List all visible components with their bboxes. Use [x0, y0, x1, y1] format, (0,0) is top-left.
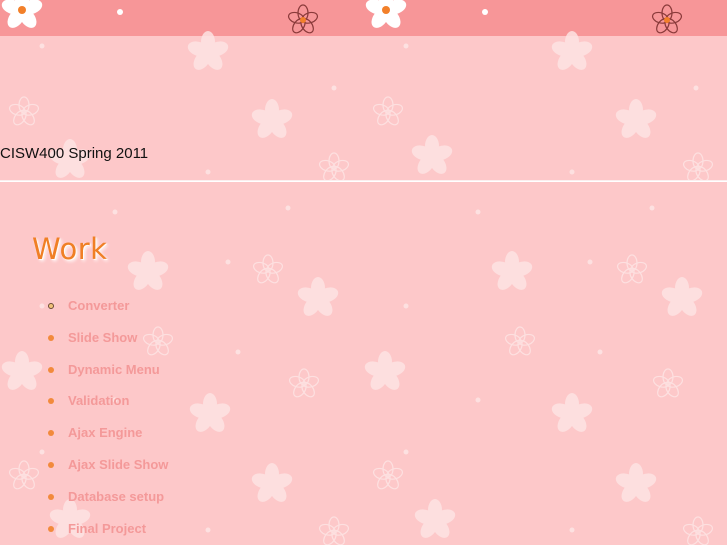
header-divider: [0, 180, 727, 182]
work-list-item: Final Project: [46, 520, 168, 545]
section-heading-work: Work: [32, 232, 108, 266]
work-link-database-setup[interactable]: Database setup: [68, 489, 164, 504]
site-header: CISW400 Spring 2011: [0, 144, 727, 164]
work-link-final-project[interactable]: Final Project: [68, 521, 146, 536]
bullet-icon: [48, 303, 54, 309]
site-title: CISW400 Spring 2011: [0, 145, 149, 162]
bullet-icon: [48, 366, 54, 373]
work-list-item: Database setup: [46, 488, 168, 520]
bullet-icon: [48, 461, 54, 468]
work-list-item: Converter: [46, 297, 168, 329]
bullet-icon: [48, 334, 54, 341]
top-band: [0, 0, 727, 36]
bullet-icon: [48, 398, 54, 405]
bullet-icon: [48, 430, 54, 437]
work-list-item: Dynamic Menu: [46, 361, 168, 393]
work-list: Converter Slide Show Dynamic Menu Valida…: [46, 297, 168, 545]
work-link-dynamic-menu[interactable]: Dynamic Menu: [68, 362, 160, 377]
work-list-item: Ajax Slide Show: [46, 456, 168, 488]
bullet-icon: [48, 493, 54, 500]
work-link-slide-show[interactable]: Slide Show: [68, 330, 137, 345]
work-link-ajax-slide-show[interactable]: Ajax Slide Show: [68, 457, 168, 472]
work-link-ajax-engine[interactable]: Ajax Engine: [68, 425, 142, 440]
work-link-validation[interactable]: Validation: [68, 393, 129, 408]
work-list-item: Slide Show: [46, 329, 168, 361]
work-link-converter[interactable]: Converter: [68, 298, 129, 313]
work-list-item: Validation: [46, 392, 168, 424]
work-list-item: Ajax Engine: [46, 424, 168, 456]
bullet-icon: [48, 525, 54, 532]
